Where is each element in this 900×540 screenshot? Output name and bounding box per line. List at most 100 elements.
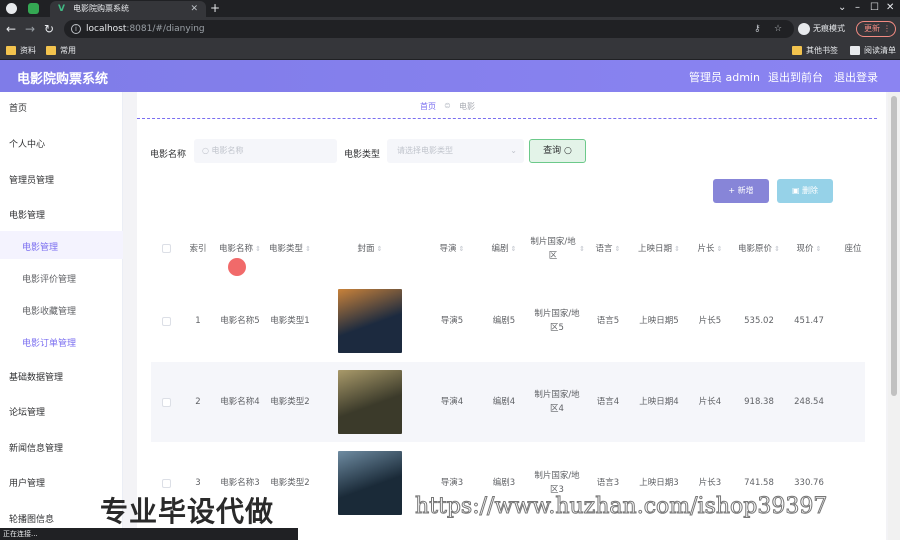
search-button[interactable]: 查询 ○: [529, 139, 586, 163]
cell-type-text: 电影类型2: [270, 397, 310, 407]
column-header-seat[interactable]: 座位⇕: [833, 216, 865, 281]
movie-poster-image[interactable]: [338, 451, 402, 515]
column-header-price[interactable]: 现价 ⇕: [785, 216, 833, 281]
close-window-icon[interactable]: ✕: [886, 0, 894, 16]
sidebar-item-admins[interactable]: 管理员管理: [0, 164, 123, 192]
scrollbar-thumb[interactable]: [891, 96, 897, 396]
sidebar-item-movies[interactable]: 电影管理: [0, 199, 123, 227]
sort-icon[interactable]: ⇕: [816, 242, 822, 256]
address-toolbar: ← → ↻ i localhost:8081/#/dianying ⚷ ☆ 无痕…: [0, 17, 900, 41]
row-checkbox[interactable]: [161, 478, 171, 488]
sidebar-subitem-movie-manage[interactable]: 电影管理: [0, 231, 123, 259]
sidebar-item-forum[interactable]: 论坛管理: [0, 396, 123, 424]
column-header-label: 座位: [844, 243, 862, 254]
other-bookmarks[interactable]: 其他书签: [792, 44, 838, 57]
table-row[interactable]: 1 电影名称5 电影类型1 导演5 编剧5 制片国家/地区5 语言5 上映日期5 片长5 535.…: [151, 281, 865, 361]
sidebar-item-home[interactable]: 首页: [0, 92, 123, 120]
row-checkbox[interactable]: [161, 397, 171, 407]
back-to-frontend-link[interactable]: 退出到前台: [768, 69, 823, 85]
info-icon[interactable]: i: [71, 24, 81, 34]
incognito-icon: [798, 22, 810, 35]
chevron-down-icon[interactable]: ⌄: [838, 0, 846, 16]
column-header-release-date[interactable]: 上映日期 ⇕: [631, 216, 687, 281]
sidebar-item-news[interactable]: 新闻信息管理: [0, 432, 123, 460]
sidebar-subitem-favorites[interactable]: 电影收藏管理: [0, 295, 123, 323]
sort-icon[interactable]: ⇕: [774, 242, 780, 256]
sidebar-subitem-orders[interactable]: 电影订单管理: [0, 327, 123, 355]
incognito-indicator[interactable]: 无痕模式: [798, 21, 845, 37]
select-all-checkbox[interactable]: [161, 244, 171, 253]
sidebar-subitem-reviews[interactable]: 电影评价管理: [0, 263, 123, 291]
bookmark-folder[interactable]: 资料: [6, 44, 36, 57]
sidebar-item-base-data[interactable]: 基础数据管理: [0, 361, 123, 389]
sort-icon[interactable]: ⇕: [511, 242, 517, 256]
cell-language-text: 语言3: [596, 478, 620, 488]
column-header-label: 索引: [189, 243, 207, 254]
minimize-icon[interactable]: –: [855, 0, 860, 16]
column-header-type[interactable]: 电影类型 ⇕: [265, 216, 315, 281]
key-icon[interactable]: ⚷: [754, 20, 761, 38]
sort-icon[interactable]: ⇕: [377, 242, 383, 256]
page-scrollbar[interactable]: [888, 92, 900, 540]
new-tab-button[interactable]: +: [210, 0, 220, 16]
search-icon: ○: [202, 146, 209, 155]
reload-icon[interactable]: ↻: [44, 21, 54, 37]
reading-list[interactable]: 阅读清单: [850, 44, 896, 57]
cell-original-price: 535.02: [733, 281, 785, 361]
browser-tab-active[interactable]: V 电影院购票系统 ✕: [50, 1, 206, 17]
update-button[interactable]: 更新 ⋮: [856, 21, 896, 37]
movie-poster-image[interactable]: [338, 370, 402, 434]
column-header-writer[interactable]: 编剧 ⇕: [479, 216, 529, 281]
cell-price: 451.47: [785, 281, 833, 361]
cursor-indicator: [228, 258, 246, 276]
sort-icon[interactable]: ⇕: [615, 242, 621, 256]
sort-icon[interactable]: ⇕: [674, 242, 680, 256]
table-row[interactable]: 2 电影名称4 电影类型2 导演4 编剧4 制片国家/地区4 语言4 上映日期4 片长4 918.…: [151, 362, 865, 442]
movie-name-label: 电影名称: [150, 150, 187, 160]
breadcrumb-home[interactable]: 首页: [420, 101, 436, 112]
sidebar-item-label: 电影收藏管理: [22, 307, 77, 317]
cell-country: 制片国家/地区4: [529, 362, 585, 442]
column-header-label: 现价: [796, 243, 814, 254]
forward-arrow-icon[interactable]: →: [25, 21, 35, 37]
sidebar-item-label: 电影管理: [9, 211, 46, 221]
cell-language: 语言5: [585, 281, 631, 361]
column-header-director[interactable]: 导演 ⇕: [425, 216, 479, 281]
breadcrumb-current: 电影: [459, 102, 475, 111]
column-header-original-price[interactable]: 电影原价 ⇕: [733, 216, 785, 281]
app-icon[interactable]: [28, 3, 39, 14]
column-header-language[interactable]: 语言 ⇕: [585, 216, 631, 281]
maximize-icon[interactable]: ☐: [870, 0, 879, 16]
back-arrow-icon[interactable]: ←: [6, 21, 16, 37]
row-checkbox[interactable]: [161, 316, 171, 326]
sidebar-item-label: 电影管理: [22, 243, 59, 253]
sidebar-item-label: 电影评价管理: [22, 275, 77, 285]
column-header-country[interactable]: 制片国家/地区 ⇕: [529, 216, 585, 281]
cell-country-text: 制片国家/地区4: [534, 390, 580, 414]
sort-icon[interactable]: ⇕: [864, 242, 865, 256]
cell-type: 电影类型1: [265, 281, 315, 361]
movie-poster-image[interactable]: [338, 289, 402, 353]
sort-icon[interactable]: ⇕: [305, 242, 311, 256]
column-header-label: 电影名称: [219, 243, 254, 254]
close-tab-icon[interactable]: ✕: [190, 1, 198, 17]
bookmark-folder[interactable]: 常用: [46, 44, 76, 57]
column-header-duration[interactable]: 片长 ⇕: [687, 216, 733, 281]
url-input[interactable]: i localhost:8081/#/dianying ⚷ ☆: [64, 20, 794, 38]
add-button[interactable]: + 新增: [713, 179, 769, 203]
movie-name-input[interactable]: ○ 电影名称: [194, 139, 337, 163]
sort-icon[interactable]: ⇕: [717, 242, 723, 256]
cell-original-price-text: 741.58: [744, 478, 774, 488]
logout-link[interactable]: 退出登录: [834, 69, 878, 85]
column-header-index: 索引: [181, 216, 215, 281]
movie-type-select[interactable]: 请选择电影类型 ⌄: [387, 139, 524, 163]
column-header-label: 语言: [595, 243, 613, 254]
movie-panel: 首页 ⊜ 电影 电影名称 ○ 电影名称 电影类型 请选择电影类型 ⌄ 查询 ○ …: [137, 92, 886, 540]
sidebar-item-profile[interactable]: 个人中心: [0, 128, 123, 156]
browser-status-bar: 正在连接...: [0, 528, 298, 540]
sort-icon[interactable]: ⇕: [459, 242, 465, 256]
star-icon[interactable]: ☆: [774, 20, 782, 38]
delete-button[interactable]: ▣ 删除: [777, 179, 833, 203]
column-header-poster[interactable]: 封面 ⇕: [315, 216, 425, 281]
sort-icon[interactable]: ⇕: [255, 242, 261, 256]
